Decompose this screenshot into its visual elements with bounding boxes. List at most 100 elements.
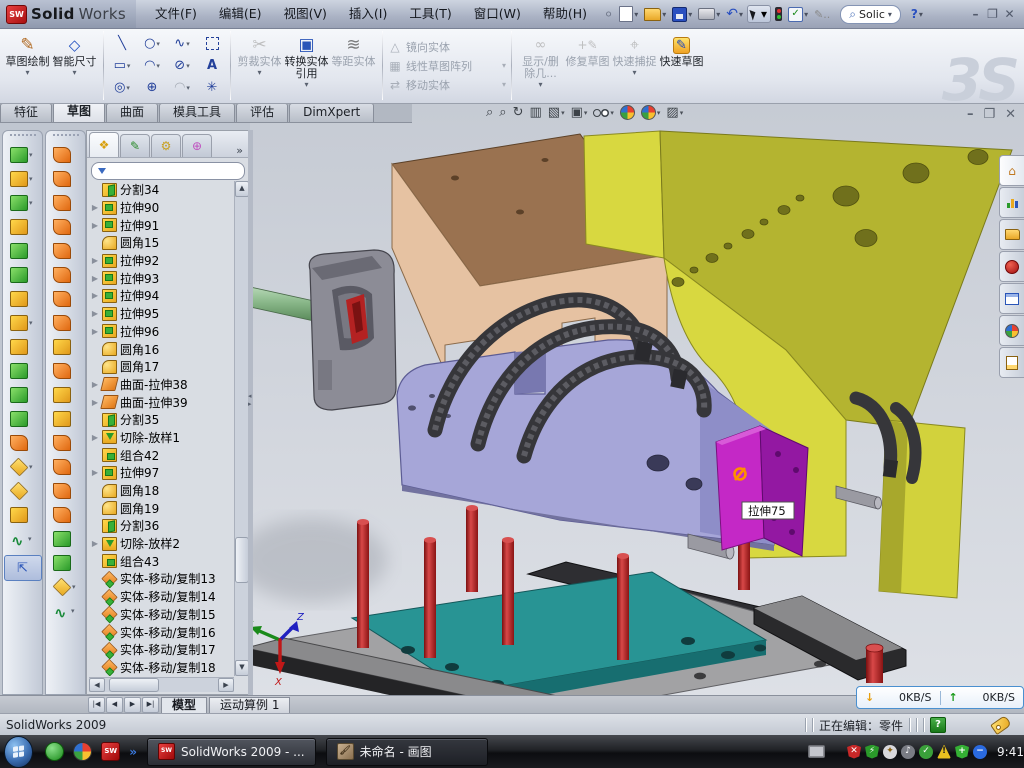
first-tab-button[interactable]: |◀ — [88, 697, 105, 713]
taskpane-search-tab[interactable] — [999, 251, 1024, 282]
mold-tool-button[interactable]: ▾ — [48, 527, 84, 551]
feature-tree-item[interactable]: ▶ 拉伸96 — [89, 323, 234, 341]
feature-tree-item[interactable]: ▶ 拉伸91 — [89, 216, 234, 234]
mold-tool-button[interactable]: ▾ — [48, 263, 84, 287]
measure-tool-selected[interactable]: ⇱ — [4, 555, 42, 581]
feature-tree-item[interactable]: ▶ 分割35 — [89, 411, 234, 429]
security-alert-tray-icon[interactable]: ✕ — [847, 745, 861, 759]
network-speed-widget[interactable]: ↓0KB/S ↑0KB/S — [856, 686, 1024, 709]
browser-quicklaunch-icon[interactable] — [73, 742, 92, 761]
expand-arrow-icon[interactable]: ▶ — [91, 274, 99, 283]
feature-tree-item[interactable]: ▶ 拉伸97 — [89, 464, 234, 482]
feature-tool-button[interactable]: ▾ — [5, 407, 41, 431]
taskbar-task-button[interactable]: 🖌 未命名 - 画图 — [326, 738, 488, 766]
mold-tool-button[interactable]: ▾ — [48, 239, 84, 263]
view-settings-button[interactable]: ▨▾ — [666, 105, 683, 120]
taskpane-file-explorer-tab[interactable] — [999, 219, 1024, 250]
ribbon-stacked-button[interactable]: △ 镜向实体 — [388, 39, 506, 55]
traffic-light-icon[interactable] — [773, 3, 784, 25]
feature-tree-item[interactable]: ▶ 组合42 — [89, 446, 234, 464]
command-tab[interactable]: DimXpert — [289, 103, 374, 122]
feature-tool-button[interactable]: ▾ — [5, 287, 41, 311]
taskpane-design-library-tab[interactable] — [999, 187, 1024, 218]
tag-icon[interactable] — [990, 715, 1012, 735]
zoom-fit-button[interactable]: ⌕ — [486, 105, 493, 120]
expand-arrow-icon[interactable]: ▶ — [91, 221, 99, 230]
mold-tool-button[interactable]: ▾ — [48, 311, 84, 335]
feature-tree-item[interactable]: ▶ 圆角15 — [89, 234, 234, 252]
quick-tips-help-icon[interactable]: ? — [930, 717, 946, 733]
feature-tree-item[interactable]: ▶ 切除-放样1 — [89, 429, 234, 447]
zoom-area-button[interactable]: ⌕ — [499, 105, 506, 120]
command-tab[interactable]: 评估 — [236, 103, 288, 122]
feature-tool-button[interactable]: ▾ — [5, 167, 41, 191]
property-manager-tab[interactable]: ✎ — [120, 134, 150, 157]
feature-tree-item[interactable]: ▶ 拉伸94 — [89, 287, 234, 305]
ribbon-button[interactable]: 智能尺寸 ▾ — [51, 31, 98, 100]
magenta-slide-block[interactable] — [716, 426, 808, 556]
feature-tool-button[interactable]: ▾ — [5, 359, 41, 383]
gray-mold-insert[interactable] — [309, 250, 396, 410]
connection-tray-icon[interactable]: ✓ — [919, 745, 933, 759]
rectangle-tool[interactable]: ▭▾ — [107, 55, 137, 77]
expand-arrow-icon[interactable]: ▶ — [91, 398, 99, 407]
mold-tool-button[interactable]: ▾ — [48, 575, 84, 599]
messenger-quicklaunch-icon[interactable] — [45, 742, 64, 761]
mold-tool-button[interactable]: ▾ — [48, 455, 84, 479]
mold-tool-button[interactable]: ▾ — [48, 215, 84, 239]
hide-show-items-button[interactable]: ▾ — [593, 109, 614, 117]
feature-tree-item[interactable]: ▶ 实体-移动/复制14 — [89, 588, 234, 606]
feature-tool-button[interactable]: ▾ — [5, 263, 41, 287]
feature-tool-button[interactable]: ▾ — [5, 335, 41, 359]
feature-tool-button[interactable]: ▾ — [5, 143, 41, 167]
green-sprue-rod[interactable] — [250, 283, 314, 321]
help-button[interactable]: ?▾ — [909, 3, 925, 25]
command-tab[interactable]: 草图 — [53, 102, 105, 122]
feature-tree-item[interactable]: ▶ 实体-移动/复制13 — [89, 570, 234, 588]
search-input[interactable]: ⌕ Solic ▾ — [840, 5, 901, 24]
text-tool[interactable]: A — [197, 55, 227, 77]
graphics-viewport[interactable]: Y Z X 拉伸75 ⌕ ⌕ ↻ ▥ ▧▾ ▣▾ ▾ ▾ ▨▾ – ❐ ✕ ⌂ — [250, 103, 1024, 695]
scroll-left-button[interactable]: ◀ — [89, 678, 105, 692]
expand-arrow-icon[interactable]: ▶ — [91, 380, 99, 389]
feature-tool-button[interactable]: ▾ — [5, 383, 41, 407]
feature-tree-item[interactable]: ▶ 分割36 — [89, 517, 234, 535]
taskpane-appearances-tab[interactable] — [999, 315, 1024, 346]
mold-tool-button[interactable]: ▾ — [48, 503, 84, 527]
feature-tree-item[interactable]: ▶ 曲面-拉伸38 — [89, 376, 234, 394]
section-view-button[interactable]: ▥ — [529, 105, 541, 120]
feature-tree-item[interactable]: ▶ 圆角17 — [89, 358, 234, 376]
solidworks-quicklaunch-icon[interactable]: SW — [101, 742, 120, 761]
expand-arrow-icon[interactable]: ▶ — [91, 256, 99, 265]
feature-manager-tab[interactable]: ❖ — [89, 132, 119, 157]
feature-tool-button[interactable]: ▾ — [5, 191, 41, 215]
feature-tree-item[interactable]: ▶ 实体-移动/复制16 — [89, 623, 234, 641]
feature-tree-item[interactable]: ▶ 实体-移动/复制15 — [89, 606, 234, 624]
mold-tool-button[interactable]: ▾ — [48, 431, 84, 455]
view-orientation-button[interactable]: ▣▾ — [571, 105, 588, 120]
command-tab[interactable]: 曲面 — [106, 103, 158, 122]
scroll-thumb[interactable] — [109, 678, 159, 692]
apply-scene-button[interactable] — [620, 105, 635, 120]
toolbar-grip[interactable] — [53, 134, 79, 140]
sync-blocked-tray-icon[interactable]: − — [973, 745, 987, 759]
configuration-manager-tab[interactable]: ⚙ — [151, 134, 181, 157]
keyboard-tray-icon[interactable] — [808, 745, 825, 758]
feature-tree-item[interactable]: ▶ 拉伸95 — [89, 305, 234, 323]
mold-tool-button[interactable]: ▾ — [48, 479, 84, 503]
polygon-tool[interactable]: ⊕ — [137, 77, 167, 99]
antivirus-tray-icon[interactable]: ⚡ — [865, 745, 879, 759]
circle-tool[interactable]: ○▾ — [137, 33, 167, 55]
mold-tool-button[interactable]: ▾ — [48, 551, 84, 575]
expand-arrow-icon[interactable]: ▶ — [91, 309, 99, 318]
slot-tool[interactable]: ◎▾ — [107, 77, 137, 99]
ribbon-stacked-button[interactable]: ▦ 线性草图阵列 ▾ — [388, 58, 506, 74]
feature-tree-item[interactable]: ▶ 实体-移动/复制18 — [89, 659, 234, 676]
arc-tool[interactable]: ◠▾ — [137, 55, 167, 77]
network-warning-tray-icon[interactable]: ! — [937, 745, 951, 759]
feature-tree-item[interactable]: ▶ 曲面-拉伸39 — [89, 393, 234, 411]
command-tab[interactable]: 特征 — [0, 103, 52, 122]
restore-button[interactable]: ❐ — [984, 7, 1001, 21]
undo-button[interactable]: ↶▾ — [724, 3, 745, 25]
scroll-down-button[interactable]: ▼ — [235, 660, 249, 676]
